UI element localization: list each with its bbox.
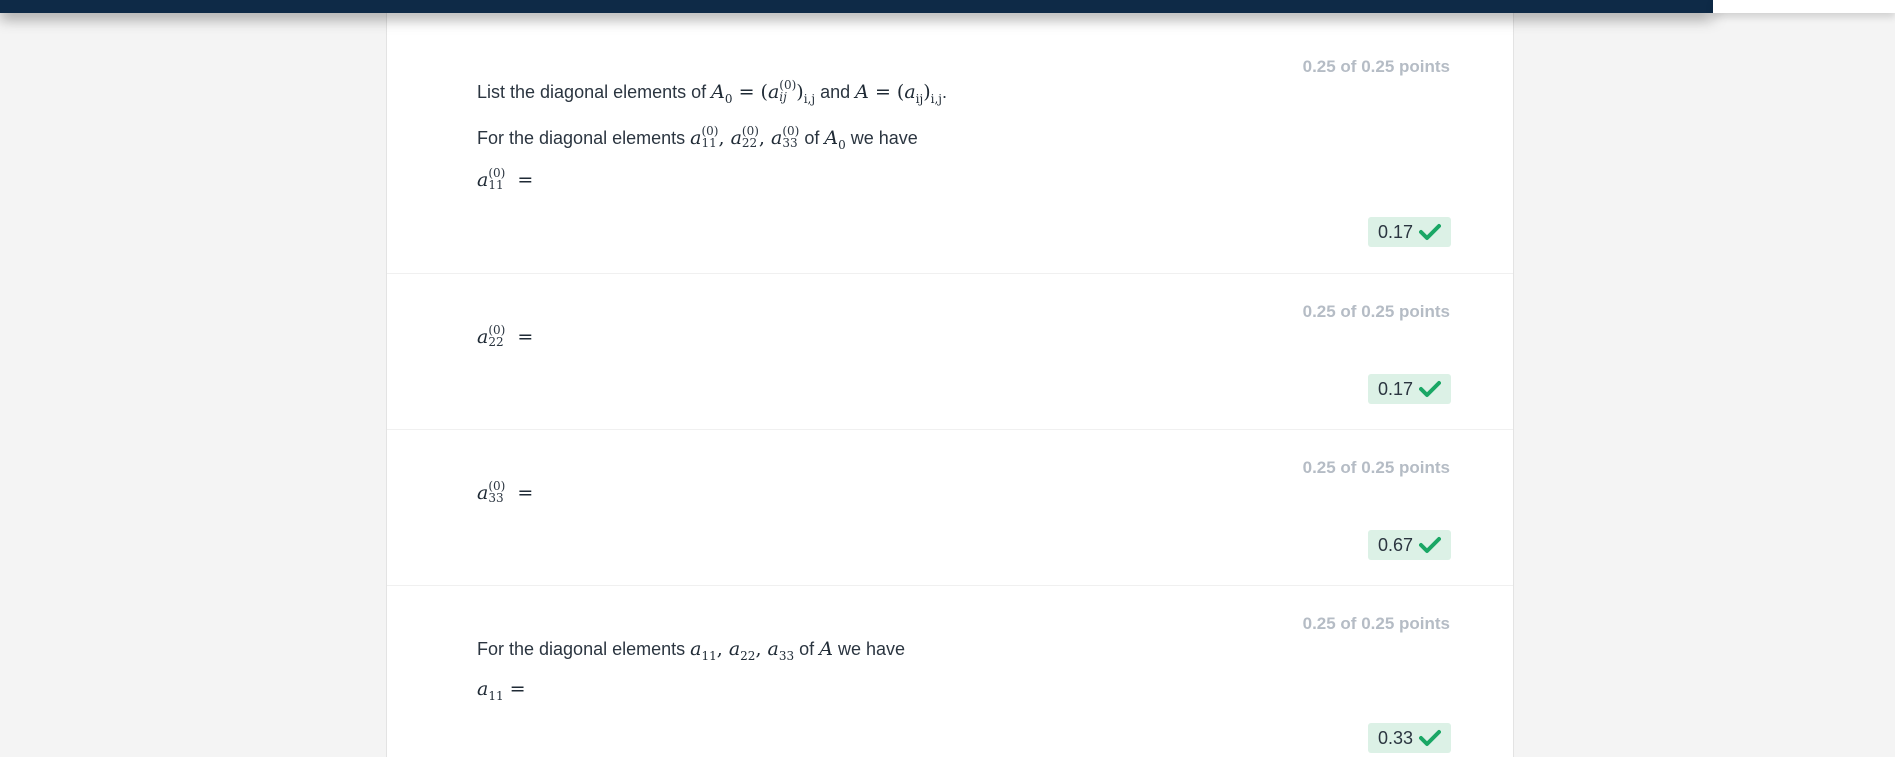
points-label: 0.25 of 0.25 points <box>1302 302 1450 321</box>
score-badge: 0.33 <box>1368 723 1451 753</box>
prompt-text: For the diagonal elements <box>477 128 686 148</box>
score-badge: 0.17 <box>1368 374 1451 404</box>
prompt-we-have: we have <box>837 639 905 659</box>
question-prompt: For the diagonal elements a (0) 11, a (0) 22… <box>477 124 918 152</box>
answer-label-a33-0: a (0) 33 = <box>477 479 534 506</box>
points-label: 0.25 of 0.25 points <box>1302 57 1450 76</box>
math-diagonal-a: a11 <box>690 638 717 663</box>
check-icon <box>1419 537 1441 553</box>
answer-label-a22-0: a (0) 22 = <box>477 323 534 350</box>
prompt-text: For the diagonal elements <box>477 639 686 659</box>
score-badge: 0.67 <box>1368 530 1451 560</box>
points-label: 0.25 of 0.25 points <box>1302 614 1450 633</box>
math-a0: A0 <box>824 127 846 152</box>
question-card: 0.25 of 0.25 points List the diagonal el… <box>386 0 1514 757</box>
math-a0-definition: A0 <box>711 81 733 106</box>
math-diagonal-a0: a <box>690 127 702 149</box>
check-icon <box>1419 381 1441 397</box>
top-bar-right-panel <box>1713 0 1895 13</box>
answer-label-a11: a11 = <box>477 678 526 703</box>
prompt-we-have: we have <box>850 128 918 148</box>
question-part-3: 0.25 of 0.25 points a (0) 33 = 0.67 <box>387 429 1513 586</box>
check-icon <box>1419 730 1441 746</box>
points-label: 0.25 of 0.25 points <box>1302 458 1450 477</box>
math-a: A <box>819 638 833 660</box>
intro-and: and <box>820 82 851 102</box>
score-value: 0.17 <box>1378 379 1414 399</box>
intro-text: List the diagonal elements of <box>477 82 707 102</box>
question-intro: List the diagonal elements of A0 = (a (0)… <box>477 78 948 106</box>
question-part-1: 0.25 of 0.25 points List the diagonal el… <box>387 13 1513 274</box>
question-prompt: For the diagonal elements a11, a22, a33 … <box>477 638 905 663</box>
question-part-2: 0.25 of 0.25 points a (0) 22 = 0.17 <box>387 273 1513 430</box>
score-value: 0.67 <box>1378 535 1414 555</box>
math-a-definition: A <box>855 81 869 103</box>
score-badge: 0.17 <box>1368 217 1451 247</box>
score-value: 0.33 <box>1378 728 1414 748</box>
top-navigation-bar <box>0 0 1713 13</box>
score-value: 0.17 <box>1378 222 1414 242</box>
intro-end: . <box>942 82 948 102</box>
answer-label-a11-0: a (0) 11 = <box>477 166 534 193</box>
prompt-of: of <box>799 639 815 659</box>
check-icon <box>1419 224 1441 240</box>
prompt-of: of <box>804 128 820 148</box>
question-part-4: 0.25 of 0.25 points For the diagonal ele… <box>387 585 1513 757</box>
